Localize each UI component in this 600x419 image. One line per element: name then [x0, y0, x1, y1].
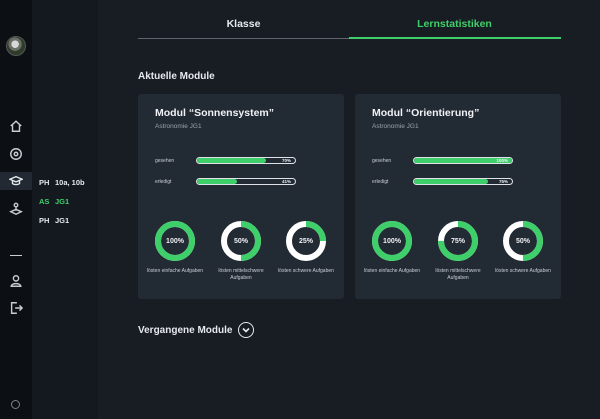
rail-divider	[10, 255, 22, 256]
progress-fill	[414, 179, 488, 184]
class-panel	[32, 0, 98, 419]
progress-fill	[197, 179, 238, 184]
class-subject: AS	[39, 197, 50, 206]
ring-value: 75%	[450, 237, 465, 245]
chevron-down-icon	[242, 327, 251, 333]
module-title: Modul “Sonnensystem”	[155, 107, 275, 119]
ring-chart: 75%	[437, 220, 479, 262]
bar-label: erledigt	[155, 179, 172, 185]
ring-value: 50%	[515, 237, 530, 245]
progress-bar: 41%	[196, 178, 296, 185]
globe-icon[interactable]	[11, 400, 20, 409]
nav-rail	[0, 0, 32, 419]
ring-label: lösten mittelschwere Aufgaben	[435, 268, 481, 281]
class-item-active[interactable]: AS JG1	[39, 197, 69, 206]
progress-bar: 100%	[413, 157, 513, 164]
ring-label: lösten schwere Aufgaben	[495, 268, 551, 274]
user-icon[interactable]	[8, 273, 24, 289]
progress-fill	[197, 158, 266, 163]
class-group: JG1	[55, 197, 70, 206]
avatar[interactable]	[6, 36, 26, 56]
ring-chart: 100%	[154, 220, 196, 262]
ring-chart: 50%	[220, 220, 262, 262]
progress-bar: 75%	[413, 178, 513, 185]
ring-value: 100%	[166, 237, 184, 245]
tab-active-indicator	[349, 37, 561, 39]
main-content: Klasse Lernstatistiken Aktuelle Module M…	[98, 0, 600, 419]
expand-button[interactable]	[238, 322, 255, 338]
class-group: JG1	[55, 216, 70, 225]
module-subtitle: Astronomie JG1	[155, 123, 202, 130]
ring-chart: 25%	[285, 220, 327, 262]
logout-icon[interactable]	[8, 300, 24, 316]
graduation-cap-icon[interactable]	[0, 172, 32, 190]
target-icon[interactable]	[8, 146, 24, 162]
tab-klasse[interactable]: Klasse	[138, 18, 349, 30]
module-subtitle: Astronomie JG1	[372, 123, 419, 130]
progress-value: 70%	[281, 158, 291, 163]
joystick-icon[interactable]	[8, 201, 24, 217]
section-title-current: Aktuelle Module	[138, 71, 215, 82]
progress-bar: 70%	[196, 157, 296, 164]
ring-chart: 100%	[371, 220, 413, 262]
class-item[interactable]: PH 10a, 10b	[39, 178, 85, 187]
tab-bar: Klasse Lernstatistiken	[138, 18, 561, 40]
ring-value: 100%	[383, 237, 401, 245]
module-card[interactable]: Modul “Orientierung” Astronomie JG1 gese…	[355, 94, 561, 299]
ring-chart: 50%	[502, 220, 544, 262]
module-title: Modul “Orientierung”	[372, 107, 480, 119]
section-title-past: Vergangene Module	[138, 324, 233, 336]
progress-value: 75%	[498, 179, 508, 184]
home-icon[interactable]	[8, 118, 24, 134]
class-group: 10a, 10b	[55, 178, 85, 187]
module-card[interactable]: Modul “Sonnensystem” Astronomie JG1 gese…	[138, 94, 344, 299]
bar-label: gesehen	[155, 158, 175, 164]
ring-label: lösten einfache Aufgaben	[146, 268, 204, 274]
bar-label: erledigt	[372, 179, 389, 185]
progress-value: 100%	[496, 158, 508, 163]
progress-value: 41%	[281, 179, 291, 184]
class-subject: PH	[39, 178, 50, 187]
ring-label: lösten schwere Aufgaben	[278, 268, 334, 274]
tab-lernstatistiken[interactable]: Lernstatistiken	[349, 18, 560, 30]
class-item[interactable]: PH JG1	[39, 216, 69, 225]
ring-label: lösten mittelschwere Aufgaben	[218, 268, 264, 281]
ring-label: lösten einfache Aufgaben	[363, 268, 421, 274]
class-subject: PH	[39, 216, 50, 225]
ring-value: 50%	[233, 237, 248, 245]
past-modules-header[interactable]: Vergangene Module	[138, 322, 255, 338]
bar-label: gesehen	[372, 158, 392, 164]
ring-value: 25%	[298, 237, 313, 245]
